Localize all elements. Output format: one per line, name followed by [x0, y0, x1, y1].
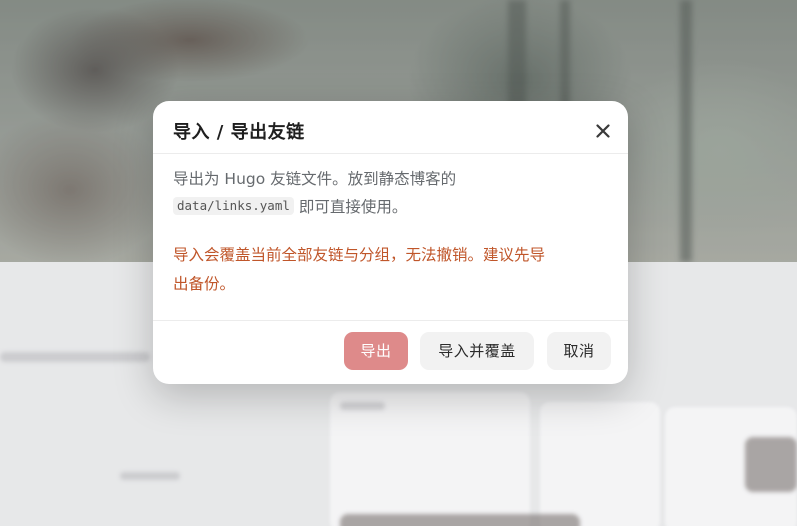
export-button[interactable]: 导出 — [344, 332, 408, 370]
dialog-footer: 导出 导入并覆盖 取消 — [153, 320, 628, 384]
export-description-suffix: 即可直接使用。 — [293, 198, 408, 216]
warning-line: 导入会覆盖当前全部友链与分组，无法撤销。建议先导 — [173, 246, 546, 264]
cancel-button[interactable]: 取消 — [547, 332, 611, 370]
file-path-code: data/links.yaml — [173, 197, 294, 215]
overwrite-warning: 导入会覆盖当前全部友链与分组，无法撤销。建议先导 出备份。 — [173, 241, 613, 299]
close-icon — [596, 124, 610, 138]
close-button[interactable] — [593, 121, 613, 141]
import-overwrite-button[interactable]: 导入并覆盖 — [420, 332, 534, 370]
import-export-dialog: 导入 / 导出友链 导出为 Hugo 友链文件。放到静态博客的 data/lin… — [153, 101, 628, 384]
dialog-title: 导入 / 导出友链 — [173, 122, 305, 143]
export-description-2: data/links.yaml 即可直接使用。 — [173, 193, 613, 221]
dialog-header: 导入 / 导出友链 — [153, 101, 628, 154]
warning-line: 出备份。 — [173, 275, 236, 293]
export-description: 导出为 Hugo 友链文件。放到静态博客的 — [173, 170, 457, 188]
dialog-body: 导出为 Hugo 友链文件。放到静态博客的 data/links.yaml 即可… — [173, 165, 613, 299]
